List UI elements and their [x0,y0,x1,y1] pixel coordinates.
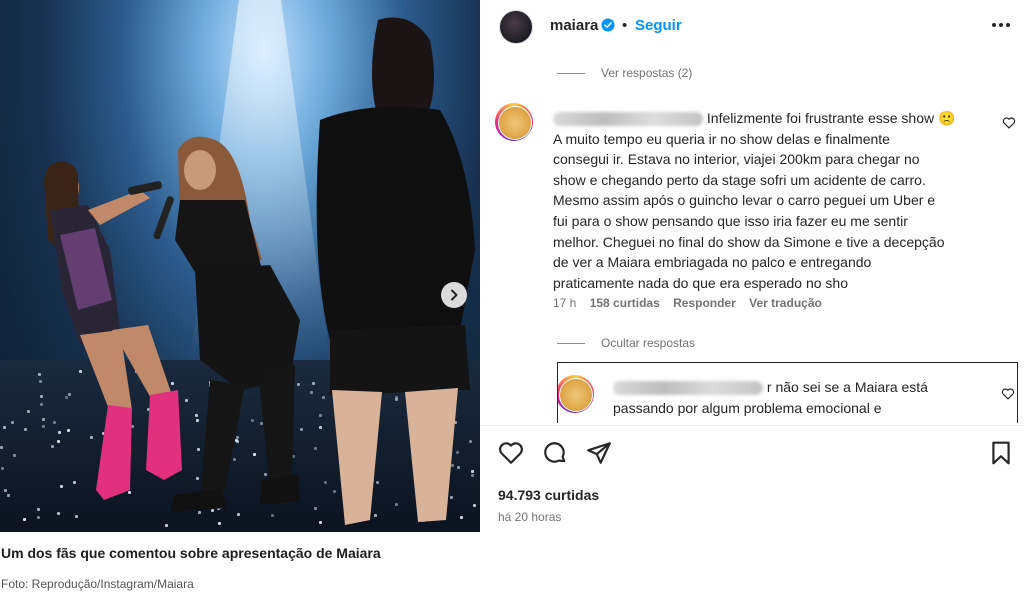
instagram-embed: maiara • Seguir Ver respostas (2) Infeli… [0,0,1024,532]
post-actions: 94.793 curtidas há 20 horas [480,425,1024,536]
performer-left [44,161,182,500]
comment-like-icon[interactable] [1002,116,1016,130]
bookmark-icon[interactable] [988,440,1014,466]
reply-highlight-box: r não sei se a Maiara está passando por … [557,362,1018,423]
chevron-right-icon [451,289,458,301]
comment-line: consegui ir. Estava no interior, viajei … [553,151,920,168]
comment-meta: 17 h 158 curtidas Responder Ver tradução [553,296,822,310]
article-caption: Um dos fãs que comentou sobre apresentaç… [1,545,381,561]
share-icon[interactable] [586,440,612,466]
comment-body: Infelizmente foi frustrante esse show 🙁 … [553,108,983,293]
comment-line: de ver a Maiara embriagada no palco e en… [553,254,872,271]
blurred-username [613,381,763,396]
translate-button[interactable]: Ver tradução [749,296,822,310]
comment-line: melhor. Cheguei no final do show da Simo… [553,233,945,250]
verified-badge-icon [601,18,615,32]
replies-divider [557,73,585,74]
emoji: 🙁 [938,110,956,126]
blurred-username [553,112,703,127]
reply-line: r não sei se a Maiara está [613,377,993,398]
hide-replies-divider [557,343,585,344]
comment-line: fui para o show pensando que isso iria f… [553,212,908,229]
more-options-icon[interactable] [990,14,1012,36]
username[interactable]: maiara [550,17,598,34]
comment-time: 17 h [553,296,577,310]
comment-line: praticamente nada do que era esperado no… [553,274,848,291]
comment-line: Mesmo assim após o guincho levar o carro… [553,192,936,209]
likes-count[interactable]: 94.793 curtidas [498,487,599,503]
heart-icon[interactable] [498,440,524,466]
post-photo[interactable] [0,0,480,532]
separator-dot: • [622,17,628,34]
comment-avatar[interactable] [495,103,533,141]
comment-line: show e chegando perto da stage sofri um … [553,171,926,188]
post-side-panel: maiara • Seguir Ver respostas (2) Infeli… [480,0,1024,532]
reply-line: passando por algum problema emocional e [613,400,882,416]
reply-avatar[interactable] [558,375,594,413]
view-replies-link[interactable]: Ver respostas (2) [601,66,692,80]
performers-illustration [44,17,475,525]
reply-body: r não sei se a Maiara está passando por … [613,377,993,419]
post-timestamp[interactable]: há 20 horas [498,510,561,524]
comment-line: A muito tempo eu queria ir no show delas… [553,130,890,147]
performer-right [316,17,475,525]
reply-like-icon[interactable] [1001,387,1015,401]
avatar[interactable] [499,10,533,44]
post-header: maiara • Seguir [480,0,1024,52]
photo-credit: Foto: Reprodução/Instagram/Maiara [1,577,194,591]
reply-button[interactable]: Responder [673,296,736,310]
next-photo-button[interactable] [441,282,467,308]
comment-likes[interactable]: 158 curtidas [590,296,660,310]
hide-replies-link[interactable]: Ocultar respostas [601,336,695,350]
follow-button[interactable]: Seguir [635,17,682,34]
comment-icon[interactable] [542,440,568,466]
comment-line: Infelizmente foi frustrante esse show 🙁 [553,108,983,129]
